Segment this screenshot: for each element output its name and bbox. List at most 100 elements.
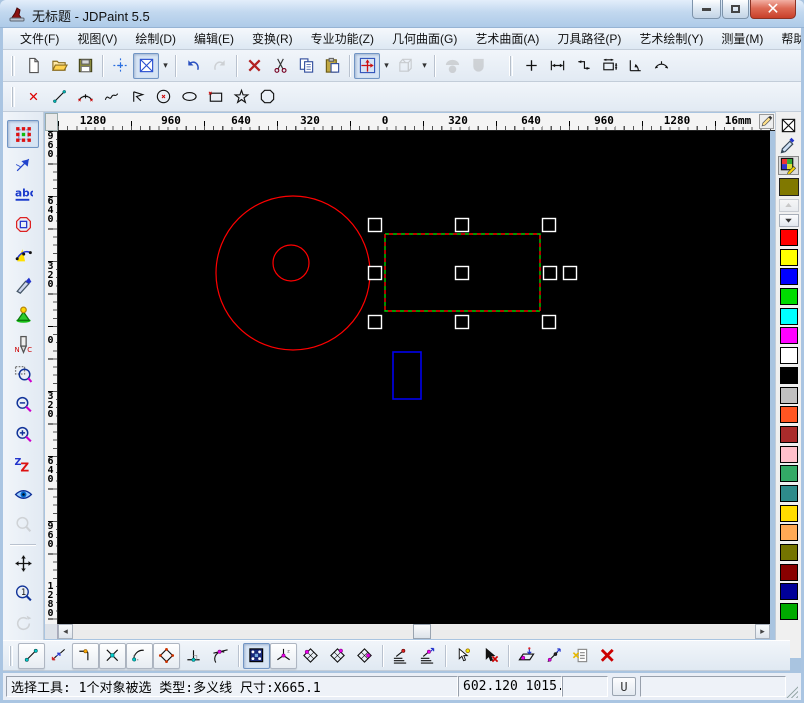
display-toggle-button[interactable] [7, 480, 39, 508]
shape-blue-rectangle[interactable] [392, 351, 422, 400]
snap-endpoint-button[interactable] [18, 642, 45, 669]
emboss-tool-button[interactable] [7, 300, 39, 328]
selection-handle[interactable] [454, 314, 470, 330]
close-button[interactable]: ✕ [750, 0, 796, 19]
selection-handle[interactable] [454, 265, 470, 281]
toolbar-grip[interactable] [11, 55, 15, 76]
select-tool-button[interactable] [7, 120, 39, 148]
transform-button-dropdown[interactable]: ▾ [381, 54, 392, 78]
snap-axis-button[interactable]: z [270, 642, 297, 669]
zoom-in-button[interactable] [7, 420, 39, 448]
view-3d-button-dropdown[interactable]: ▾ [419, 54, 430, 78]
draw-polygon-button[interactable] [254, 84, 280, 110]
layer-pick-button[interactable] [414, 643, 441, 669]
ruler-pencil-icon[interactable] [759, 114, 774, 129]
menu-item-7[interactable]: 艺术曲面(A) [466, 28, 548, 49]
crosshair-toggle-button[interactable] [107, 53, 133, 79]
toolbar-grip[interactable] [509, 55, 513, 76]
measure-arc-button[interactable] [648, 53, 674, 79]
drawing-canvas[interactable] [58, 131, 770, 624]
draw-ellipse-button[interactable] [176, 84, 202, 110]
units-button[interactable]: U [612, 677, 636, 696]
color-swatch-14[interactable] [779, 504, 798, 522]
node-edit-tool-button[interactable] [7, 150, 39, 178]
layer-set-button[interactable] [387, 643, 414, 669]
color-swatch-16[interactable] [779, 544, 798, 561]
selection-handle[interactable] [367, 314, 383, 330]
cut-button[interactable] [267, 53, 293, 79]
shape-outer-circle[interactable] [215, 195, 371, 351]
draw-circle-button[interactable] [150, 84, 176, 110]
edit-palette-button[interactable] [778, 156, 799, 175]
draw-line-button[interactable] [46, 84, 72, 110]
measure-rect-button[interactable] [596, 53, 622, 79]
horizontal-scrollbar[interactable]: ◂ ▸ [58, 624, 770, 639]
selection-handle[interactable] [367, 265, 383, 281]
snap-node-button[interactable] [99, 642, 126, 669]
scrollbar-track[interactable] [73, 624, 755, 639]
open-file-button[interactable] [46, 53, 72, 79]
draw-star-button[interactable] [228, 84, 254, 110]
save-button[interactable] [72, 53, 98, 79]
draw-point-button[interactable] [20, 84, 46, 110]
menu-item-2[interactable]: 绘制(D) [126, 28, 185, 49]
transform-button[interactable] [354, 52, 380, 79]
measure-angle-button[interactable] [622, 53, 648, 79]
color-swatch-19[interactable] [779, 603, 798, 621]
selection-handle[interactable] [454, 217, 470, 233]
selection-handle[interactable] [542, 265, 558, 281]
color-swatch-2[interactable] [779, 268, 798, 286]
zoom-actual-button[interactable]: 1 [7, 579, 39, 607]
selection-handle[interactable] [562, 265, 578, 281]
measure-point-button[interactable] [518, 53, 544, 79]
align-direction-button[interactable] [540, 643, 567, 669]
work-plane-top-button[interactable] [324, 643, 351, 669]
color-swatch-13[interactable] [779, 484, 798, 502]
measure-distance-button[interactable] [544, 53, 570, 79]
undo-button[interactable] [180, 53, 206, 79]
color-swatch-12[interactable] [779, 465, 798, 483]
no-color-button[interactable] [778, 116, 799, 135]
color-swatch-5[interactable] [779, 327, 798, 345]
resize-grip-icon[interactable] [786, 686, 798, 698]
maximize-button[interactable] [722, 0, 749, 19]
zoom-out-button[interactable] [7, 390, 39, 418]
menu-item-4[interactable]: 变换(R) [243, 28, 302, 49]
color-swatch-1[interactable] [779, 248, 798, 266]
palette-scroll-up-button[interactable] [778, 199, 799, 212]
color-swatch-15[interactable] [779, 524, 798, 542]
pick-cancel-button[interactable] [477, 643, 504, 669]
pan-tool-button[interactable] [7, 549, 39, 577]
select-mode-button[interactable] [133, 52, 159, 79]
menu-item-5[interactable]: 专业功能(Z) [302, 28, 383, 49]
toolbar-grip[interactable] [9, 645, 13, 666]
work-plane-right-button[interactable] [351, 643, 378, 669]
menu-item-9[interactable]: 艺术绘制(Y) [630, 28, 712, 49]
current-color-swatch[interactable] [778, 178, 799, 196]
snap-tangent-button[interactable] [207, 643, 234, 669]
zoom-window-button[interactable] [7, 360, 39, 388]
menu-item-0[interactable]: 文件(F) [11, 28, 68, 49]
drop-to-face-button[interactable] [513, 643, 540, 669]
work-plane-left-button[interactable] [297, 643, 324, 669]
snap-projection-button[interactable] [45, 643, 72, 669]
offset-tool-button[interactable] [7, 210, 39, 238]
text-tool-button[interactable]: abc [7, 180, 39, 208]
color-swatch-18[interactable] [779, 583, 798, 601]
color-swatch-6[interactable] [779, 347, 798, 365]
color-swatch-7[interactable] [779, 366, 798, 384]
color-swatch-17[interactable] [779, 563, 798, 581]
draw-arc-button[interactable] [72, 84, 98, 110]
draw-spline-button[interactable] [98, 84, 124, 110]
nc-cutter-tool-button[interactable]: NC [7, 330, 39, 358]
paste-button[interactable] [319, 53, 345, 79]
color-swatch-10[interactable] [779, 425, 798, 443]
selection-handle[interactable] [541, 217, 557, 233]
remove-from-list-button[interactable] [567, 643, 594, 669]
scrollbar-thumb[interactable] [413, 624, 431, 639]
select-mode-button-dropdown[interactable]: ▾ [160, 54, 171, 78]
draw-polyline-button[interactable] [124, 84, 150, 110]
palette-scroll-down-button[interactable] [778, 214, 799, 227]
selection-handle[interactable] [541, 314, 557, 330]
title-bar[interactable]: 无标题 - JDPaint 5.5 ✕ [0, 0, 804, 28]
